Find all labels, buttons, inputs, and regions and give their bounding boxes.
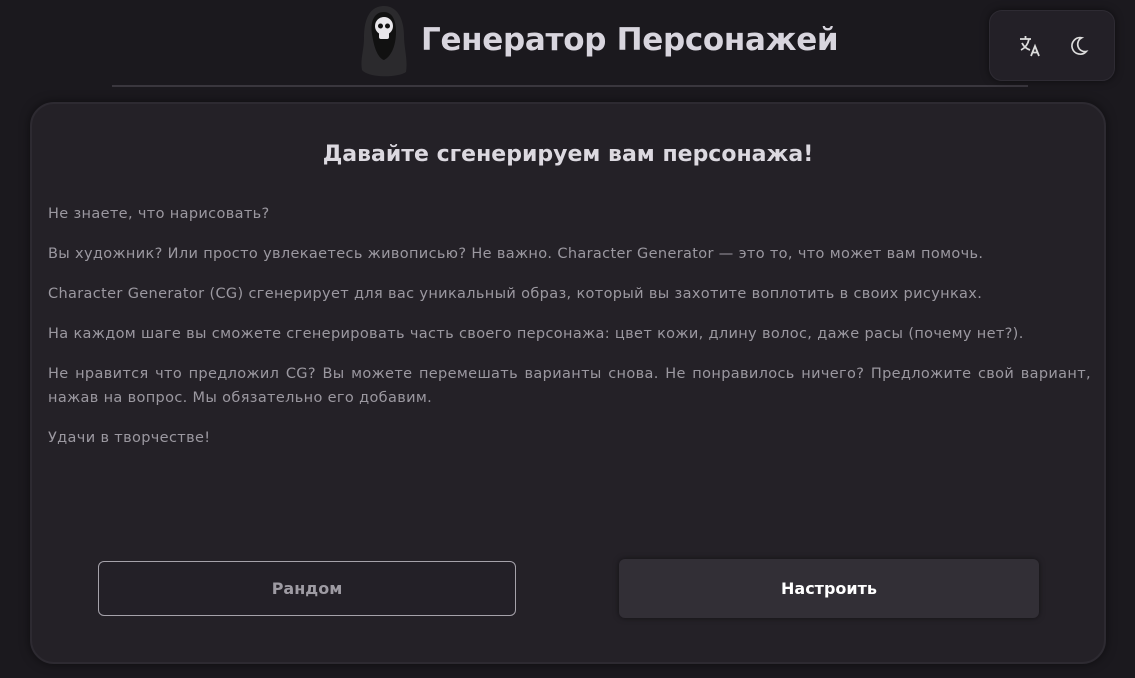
paragraph: Character Generator (CG) сгенерирует для… <box>48 286 983 302</box>
paragraph: Не нравится что предложил CG? Вы можете … <box>48 366 1091 406</box>
intro-card: Давайте сгенерируем вам персонажа! Не зн… <box>30 102 1106 664</box>
intro-text: Не знаете, что нарисовать? Вы художник? … <box>48 202 1091 466</box>
moon-icon[interactable] <box>1063 31 1093 61</box>
configure-button[interactable]: Настроить <box>619 559 1039 618</box>
card-title: Давайте сгенерируем вам персонажа! <box>322 142 814 167</box>
header-divider <box>112 85 1028 87</box>
paragraph: Вы художник? Или просто увлекаетесь живо… <box>48 246 984 262</box>
random-button[interactable]: Рандом <box>98 561 516 616</box>
paragraph: На каждом шаге вы сможете сгенерировать … <box>48 326 1024 342</box>
translate-icon[interactable] <box>1015 31 1045 61</box>
header: Генератор Персонажей <box>0 0 1135 88</box>
hooded-skull-logo <box>361 6 407 77</box>
paragraph: Не знаете, что нарисовать? <box>48 206 270 222</box>
app-title: Генератор Персонажей <box>421 22 839 58</box>
toolbar <box>989 10 1115 81</box>
paragraph: Удачи в творчестве! <box>48 430 211 446</box>
